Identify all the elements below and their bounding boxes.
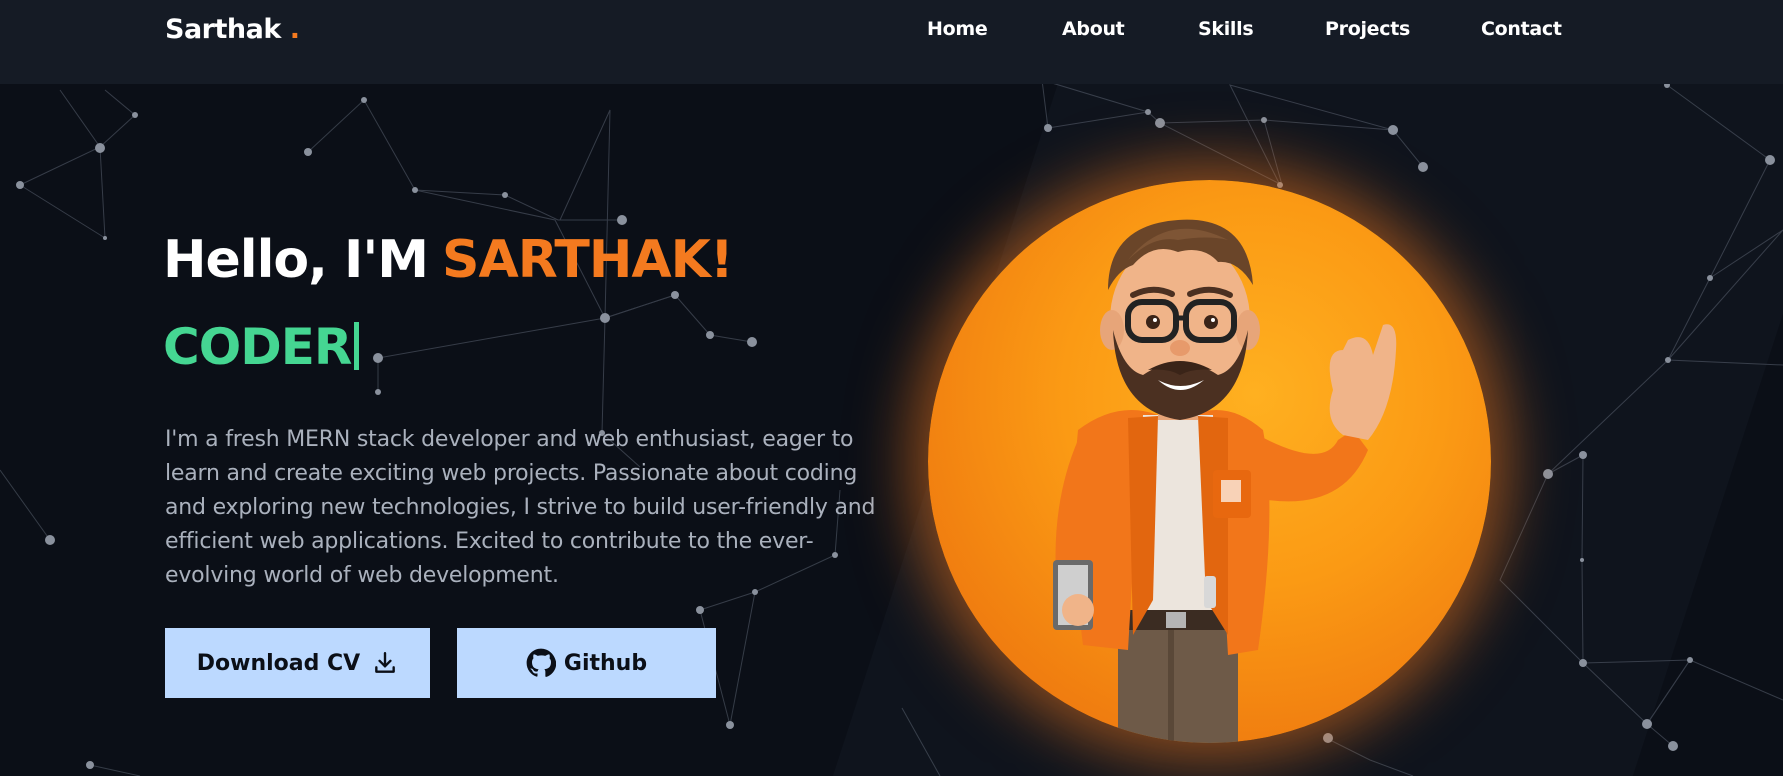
page: Sarthak . Home About Skills Projects Con…	[0, 0, 1783, 776]
github-label: Github	[563, 650, 648, 676]
typed-role: CODER	[163, 318, 360, 376]
hero-heading: Hello, I'M SARTHAK!	[163, 230, 734, 290]
nav-skills-link[interactable]: Skills	[1198, 18, 1254, 40]
hero-bio: I'm a fresh MERN stack developer and web…	[165, 427, 876, 588]
nav-about-link[interactable]: About	[1062, 18, 1125, 40]
profile-avatar	[928, 180, 1491, 743]
download-cv-button[interactable]: Download CV	[165, 628, 430, 698]
hero-name: SARTHAK!	[442, 230, 734, 290]
navbar: Sarthak . Home About Skills Projects Con…	[0, 0, 1783, 84]
github-button[interactable]: Github	[457, 628, 716, 698]
typing-cursor	[354, 322, 360, 370]
nav-home-link[interactable]: Home	[927, 18, 988, 40]
cartoon-developer-illustration	[1053, 219, 1397, 743]
main-nav: Home About Skills Projects Contact	[0, 18, 1783, 48]
nav-contact-link[interactable]: Contact	[1481, 18, 1562, 40]
typed-role-text: CODER	[163, 318, 352, 376]
nav-projects-link[interactable]: Projects	[1325, 18, 1410, 40]
download-icon	[372, 650, 398, 676]
github-icon	[526, 648, 556, 678]
hero-greeting: Hello, I'M	[163, 230, 429, 290]
download-cv-label: Download CV	[196, 650, 361, 676]
